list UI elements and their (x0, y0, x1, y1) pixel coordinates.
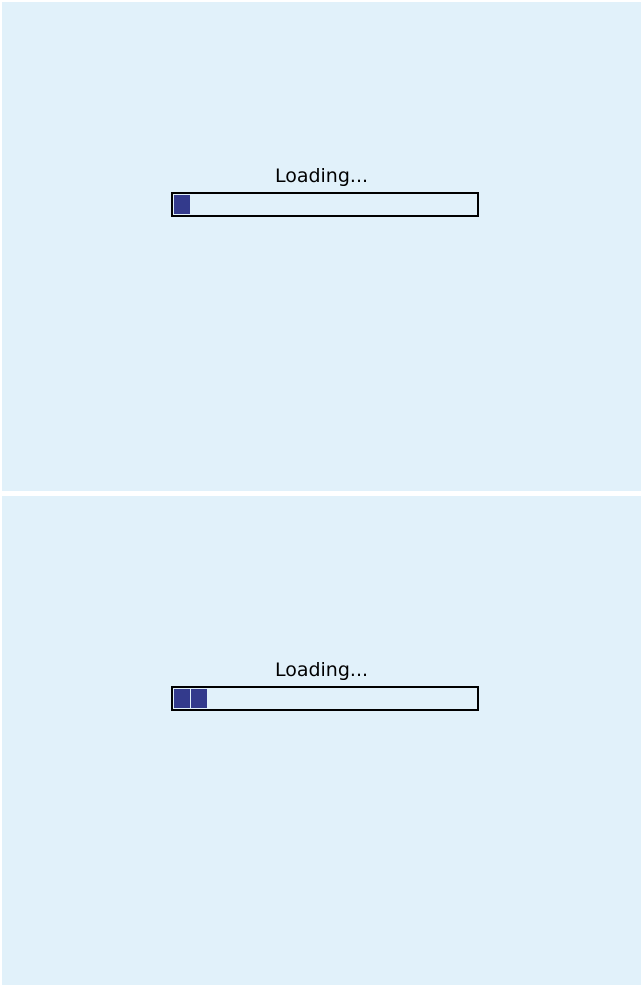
loading-progress-bar (171, 686, 479, 711)
progress-block (174, 689, 190, 708)
progress-fill (174, 689, 207, 708)
loading-screen-frame-1: Loading... (2, 2, 641, 491)
loading-label: Loading... (274, 659, 369, 681)
loading-label: Loading... (274, 165, 369, 187)
screenshot-stack: Loading... Loading... (0, 0, 644, 988)
progress-block (191, 689, 207, 708)
progress-fill (174, 195, 190, 214)
progress-block (174, 195, 190, 214)
loading-progress-bar (171, 192, 479, 217)
loading-screen-frame-2: Loading... (2, 496, 641, 985)
